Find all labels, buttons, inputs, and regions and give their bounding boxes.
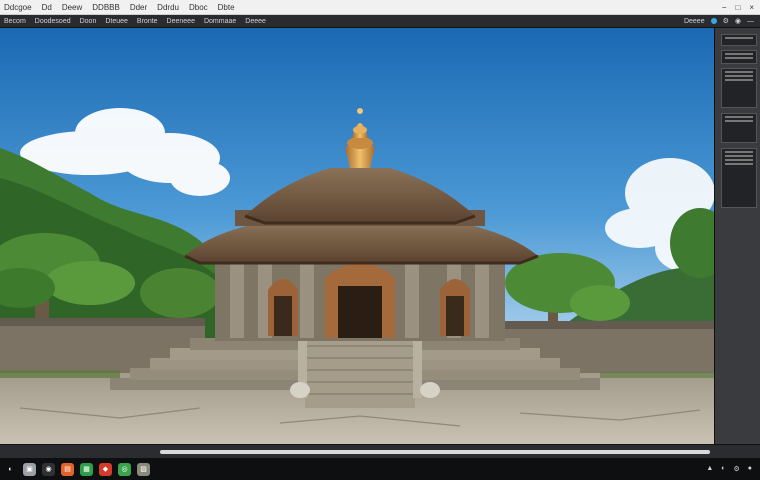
system-tray: ▲ ◐ ⚙ ● bbox=[706, 465, 760, 473]
tray-network-icon[interactable]: ◐ bbox=[721, 465, 725, 473]
window-controls: − □ × bbox=[722, 3, 760, 12]
wall-left-top bbox=[0, 318, 205, 326]
minus-icon[interactable]: — bbox=[747, 18, 754, 25]
toolbar-item[interactable]: Deeee bbox=[245, 18, 266, 25]
status-text: Deeee bbox=[683, 17, 705, 25]
toolbar-status: Deeee ⚙ ◉ — bbox=[683, 17, 760, 26]
files-icon[interactable]: ▣ bbox=[23, 462, 36, 476]
toolbar-item[interactable]: Becom bbox=[4, 18, 26, 25]
browser-icon[interactable]: ◉ bbox=[42, 462, 55, 476]
maximize-button[interactable]: □ bbox=[735, 3, 740, 12]
toolbar-item[interactable]: Bronte bbox=[137, 18, 158, 25]
menu-item[interactable]: Dbte bbox=[218, 3, 235, 12]
toolbar-item[interactable]: Deeneee bbox=[167, 18, 195, 25]
panel-thumb[interactable] bbox=[721, 34, 757, 46]
menu-item[interactable]: Dder bbox=[130, 3, 147, 12]
toolbar-item[interactable]: Dommaae bbox=[204, 18, 236, 25]
menu-item[interactable]: DDBBB bbox=[92, 3, 120, 12]
menu-item[interactable]: Dd bbox=[42, 3, 52, 12]
grass-strip-right bbox=[600, 372, 714, 378]
temple-image bbox=[0, 28, 714, 444]
pdf-icon[interactable]: ◆ bbox=[99, 462, 112, 476]
record-icon[interactable]: ◉ bbox=[735, 17, 741, 25]
menu-item[interactable]: Dboc bbox=[189, 3, 208, 12]
tray-notification-icon[interactable]: ● bbox=[748, 465, 752, 473]
status-dot-icon bbox=[710, 18, 717, 24]
chrome-icon[interactable]: ◎ bbox=[118, 462, 131, 476]
sheets-icon[interactable]: ▦ bbox=[80, 462, 93, 476]
grass-strip bbox=[0, 370, 120, 378]
menu-item[interactable]: Ddcgoe bbox=[4, 3, 32, 12]
close-button[interactable]: × bbox=[749, 3, 754, 12]
tree-left-2 bbox=[140, 268, 220, 318]
settings-icon[interactable]: ⚙ bbox=[723, 17, 729, 25]
wall-right-top bbox=[505, 321, 714, 329]
panel-thumb[interactable] bbox=[721, 68, 757, 108]
scrollbar[interactable] bbox=[160, 450, 710, 454]
toolbar-item[interactable]: Doodesoed bbox=[35, 18, 71, 25]
panel-thumb[interactable] bbox=[721, 50, 757, 64]
menu-bar: Ddcgoe Dd Deew DDBBB Dder Ddrdu Dboc Dbt… bbox=[0, 0, 760, 15]
menu-item[interactable]: Ddrdu bbox=[157, 3, 179, 12]
toolbar: Becom Doodesoed Doon Dteuee Bronte Deene… bbox=[0, 15, 760, 28]
right-panel bbox=[714, 28, 760, 448]
toolbar-item[interactable]: Dteuee bbox=[105, 18, 128, 25]
menu-item[interactable]: Deew bbox=[62, 3, 82, 12]
start-icon[interactable]: ◐ bbox=[4, 462, 17, 476]
taskbar: ◐ ▣ ◉ ▤ ▦ ◆ ◎ ▨ ▲ ◐ ⚙ ● bbox=[0, 458, 760, 480]
office-icon[interactable]: ▤ bbox=[61, 462, 74, 476]
minimize-button[interactable]: − bbox=[722, 3, 727, 12]
toolbar-item[interactable]: Doon bbox=[80, 18, 97, 25]
image-canvas[interactable] bbox=[0, 28, 714, 444]
tray-arrow-icon[interactable]: ▲ bbox=[706, 465, 713, 473]
tray-settings-icon[interactable]: ⚙ bbox=[733, 465, 739, 473]
image-icon[interactable]: ▨ bbox=[137, 462, 150, 476]
timeline-strip bbox=[0, 444, 760, 458]
temple-body bbox=[215, 253, 505, 341]
panel-thumb[interactable] bbox=[721, 148, 757, 208]
panel-thumb[interactable] bbox=[721, 113, 757, 143]
